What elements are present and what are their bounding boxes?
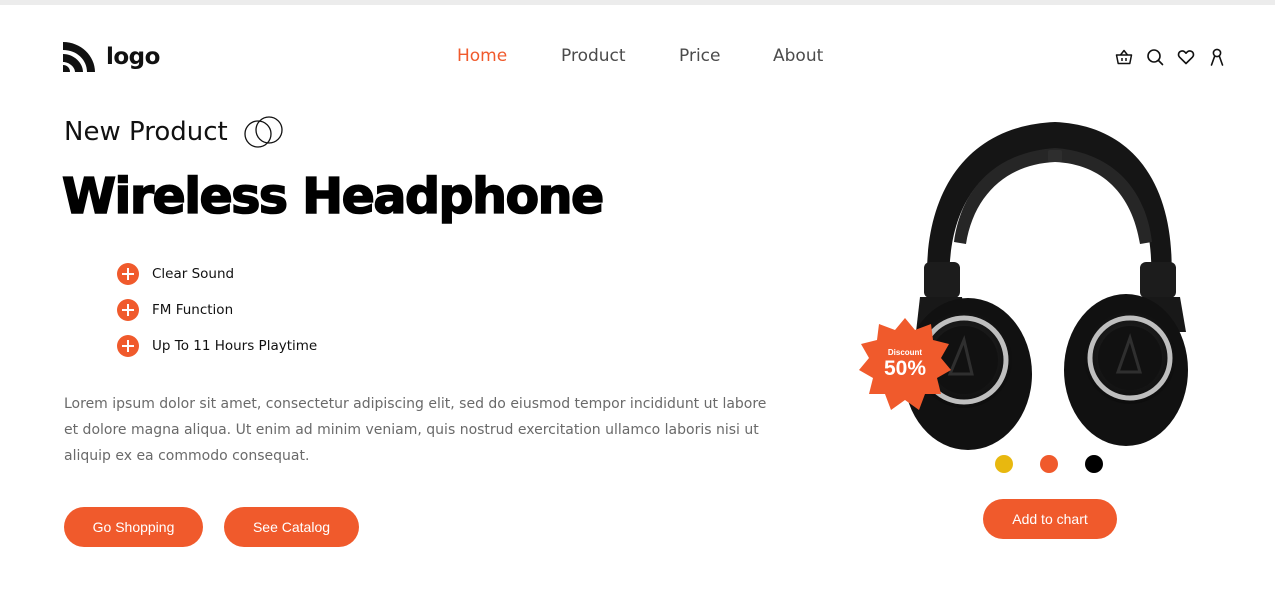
eyebrow: New Product [64,114,286,150]
plus-icon [117,263,139,285]
list-item: Up To 11 Hours Playtime [117,328,317,364]
eyebrow-text: New Product [64,117,228,147]
discount-value: 50% [883,357,927,380]
header-icons [1114,47,1227,67]
feature-label: Clear Sound [152,266,235,282]
heart-icon[interactable] [1176,47,1196,67]
add-to-cart-button[interactable]: Add to chart [983,499,1117,539]
see-catalog-button[interactable]: See Catalog [224,507,359,547]
nav-product[interactable]: Product [561,46,626,66]
discount-badge: Discount 50% [857,316,953,412]
feature-list: Clear Sound FM Function Up To 11 Hours P… [117,256,317,364]
description: Lorem ipsum dolor sit amet, consectetur … [64,396,767,464]
nav-about[interactable]: About [773,46,823,66]
feature-label: Up To 11 Hours Playtime [152,338,318,354]
plus-icon [117,335,139,357]
color-swatch-black[interactable] [1085,455,1103,473]
list-item: Clear Sound [117,256,317,292]
user-icon[interactable] [1207,47,1227,67]
basket-icon[interactable] [1114,47,1134,67]
plus-icon [117,299,139,321]
nav-price[interactable]: Price [679,46,720,66]
go-shopping-button[interactable]: Go Shopping [64,507,203,547]
search-icon[interactable] [1145,47,1165,67]
top-border [0,0,1275,5]
discount-label: Discount [887,348,923,357]
color-swatch-yellow[interactable] [995,455,1013,473]
feature-label: FM Function [152,302,234,318]
list-item: FM Function [117,292,317,328]
main-nav: Home Product Price About [0,46,1275,70]
page-title: Wireless Headphone [61,167,605,226]
nav-home[interactable]: Home [457,46,507,66]
color-swatch-orange[interactable] [1040,455,1058,473]
rings-icon [244,116,283,148]
